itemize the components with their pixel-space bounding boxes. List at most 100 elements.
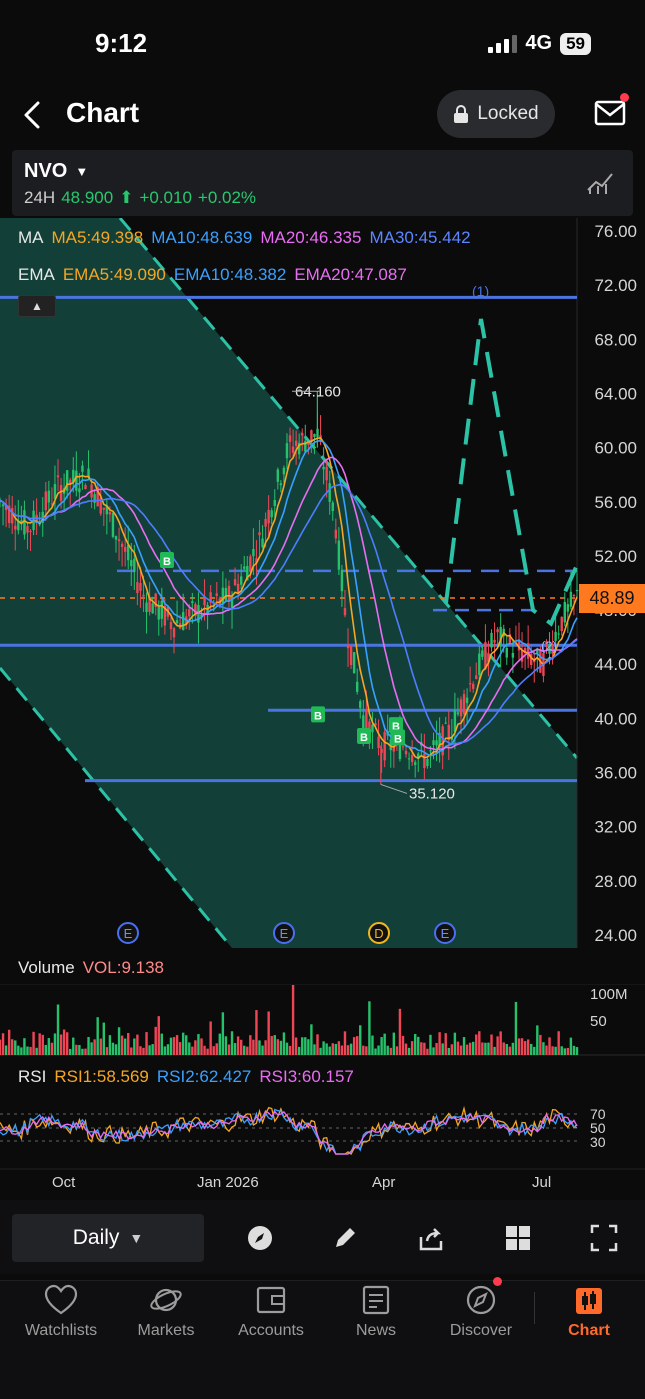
candle-body (279, 483, 283, 486)
buy-marker-label: B (360, 732, 368, 744)
candle-body (130, 560, 133, 567)
volume-bar (249, 1035, 252, 1055)
candle-body (511, 652, 515, 658)
candle-body (349, 645, 353, 666)
volume-bar (81, 1048, 84, 1055)
volume-bar (20, 1047, 23, 1055)
volume-bar (172, 1037, 176, 1055)
candle-body (26, 526, 29, 533)
candle-body (365, 709, 368, 729)
candle-body (456, 712, 460, 715)
volume-bar (465, 1044, 469, 1055)
fullscreen-icon[interactable] (589, 1223, 619, 1253)
event-marker-label: E (280, 926, 289, 941)
candle-body (465, 697, 469, 704)
nav-chart[interactable]: Chart (539, 1284, 639, 1340)
price-axis-label: 24.00 (594, 926, 637, 945)
volume-bar (169, 1037, 173, 1055)
volume-bar (47, 1038, 51, 1055)
candle-body (572, 595, 576, 597)
volume-bar (65, 1032, 69, 1055)
candle-body (404, 750, 408, 755)
volume-axis-top: 100M (590, 986, 628, 1003)
nav-discover[interactable]: Discover (431, 1284, 531, 1340)
volume-bar (420, 1042, 423, 1055)
candle-body (1, 504, 5, 507)
candle-body (371, 724, 374, 733)
nav-label: Chart (568, 1322, 610, 1339)
mail-icon[interactable] (594, 98, 626, 128)
share-icon[interactable] (416, 1223, 446, 1253)
volume-bar (575, 1047, 579, 1055)
rsi2-value: RSI2:62.427 (156, 1067, 252, 1086)
volume-bar (14, 1040, 17, 1055)
volume-bar (38, 1033, 41, 1055)
price-axis-label: 44.00 (594, 655, 637, 674)
rsi-legend: RSI RSI1:58.569 RSI2:62.427 RSI3:60.157 (18, 1067, 354, 1087)
volume-bar (78, 1045, 81, 1055)
candle-body (505, 647, 508, 658)
volume-bar (32, 1031, 35, 1055)
ticker-selector[interactable]: NVO ▼ (24, 160, 88, 183)
price-axis-label: 72.00 (594, 276, 637, 295)
nav-label: Accounts (238, 1322, 304, 1339)
volume-bar (72, 1037, 75, 1055)
event-marker-label: E (441, 926, 450, 941)
volume-bar (401, 1035, 405, 1055)
volume-bar (120, 1035, 124, 1055)
volume-bar (56, 1004, 60, 1055)
volume-bar (554, 1046, 557, 1055)
volume-bar (337, 1041, 341, 1055)
volume-bar (26, 1046, 29, 1055)
volume-bar (273, 1035, 276, 1055)
volume-bar (212, 1046, 215, 1055)
volume-bar (572, 1045, 576, 1055)
ticker-price: 48.900 (61, 188, 114, 207)
volume-bar (569, 1037, 573, 1055)
nav-markets[interactable]: Markets (116, 1284, 216, 1340)
candle-body (355, 681, 359, 692)
volume-bar (355, 1036, 359, 1055)
rsi-chart[interactable] (0, 1094, 645, 1170)
volume-bar (343, 1031, 347, 1055)
nav-label: News (355, 1322, 396, 1339)
volume-bar (438, 1032, 441, 1055)
candle-body (133, 558, 136, 572)
ema-legend: EMA EMA5:49.090 EMA10:48.382 EMA20:47.08… (18, 265, 407, 285)
price-chart[interactable]: 64.16035.120(1)(2)BBBBBE E D E 76.0072.0068… (0, 218, 645, 948)
volume-bar (475, 1034, 478, 1055)
candle-body (401, 746, 405, 748)
locked-button[interactable]: Locked (437, 90, 555, 138)
pencil-icon[interactable] (330, 1223, 360, 1253)
candle-body (136, 582, 139, 594)
volume-bar (188, 1042, 191, 1055)
volume-bar (313, 1044, 316, 1055)
nav-news[interactable]: News (326, 1284, 426, 1340)
back-arrow-icon[interactable] (18, 100, 48, 130)
ma10-value: MA10:48.639 (151, 228, 253, 247)
ticker-change-pct: +0.02% (197, 188, 257, 207)
candle-body (56, 475, 60, 478)
volume-bar (11, 1039, 14, 1055)
x-label-jan: Jan 2026 (197, 1174, 259, 1191)
volume-bar (404, 1043, 408, 1055)
candle-body (236, 583, 240, 594)
period-dropdown[interactable]: Daily ▼ (12, 1214, 204, 1262)
candle-body (282, 467, 286, 475)
nav-watchlists[interactable]: Watchlists (11, 1284, 111, 1340)
volume-bar (542, 1042, 545, 1055)
volume-bar (395, 1046, 399, 1055)
volume-bar (117, 1027, 121, 1055)
volume-chart[interactable] (0, 984, 645, 1056)
chart-type-icon[interactable] (586, 170, 614, 196)
compass-icon[interactable] (245, 1223, 275, 1253)
volume-bar (526, 1039, 530, 1055)
collapse-legend-button[interactable]: ▲ (18, 295, 56, 317)
channel-fill (0, 218, 577, 948)
volume-bar (203, 1045, 206, 1055)
volume-bar (563, 1048, 566, 1055)
grid-layout-icon[interactable] (503, 1223, 533, 1253)
nav-accounts[interactable]: Accounts (221, 1284, 321, 1340)
candle-body (313, 433, 316, 438)
volume-bar (243, 1045, 246, 1055)
